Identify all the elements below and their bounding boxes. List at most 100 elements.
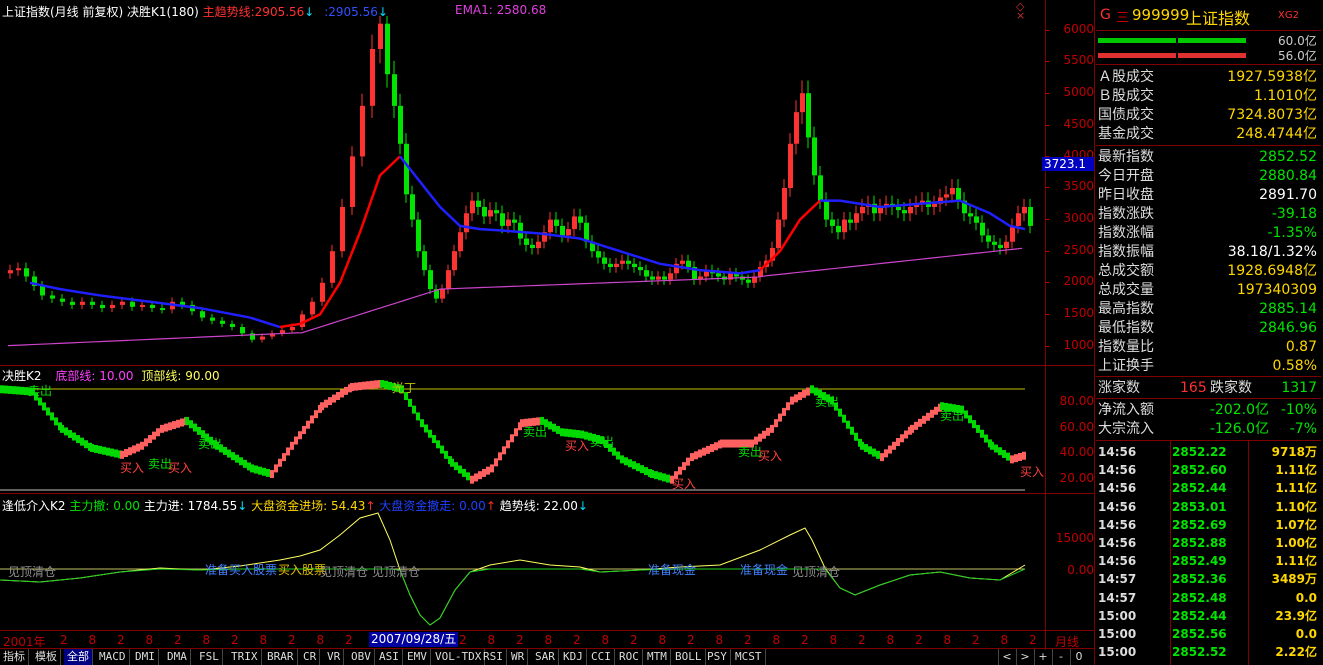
stat-value: -39.18 xyxy=(1271,206,1317,222)
tick-volume: 1.10亿 xyxy=(1275,499,1317,514)
net-inflow-label: 净流入额 xyxy=(1098,402,1154,418)
sell-volume-bar xyxy=(1098,53,1176,58)
tick-row: 14:56 2852.44 1.11亿 xyxy=(1096,479,1321,497)
k2-bar xyxy=(262,467,266,476)
stat-value: 2885.14 xyxy=(1259,301,1317,317)
indicator-tab[interactable]: DMA xyxy=(164,649,191,665)
candle-body xyxy=(310,301,315,315)
tick-row: 14:56 2853.01 1.10亿 xyxy=(1096,498,1321,516)
candle-body xyxy=(40,285,45,296)
candle-body xyxy=(506,219,511,226)
k2-bar xyxy=(506,440,510,449)
stat-value: 1.1010亿 xyxy=(1254,88,1317,104)
indicator-tab[interactable]: WR xyxy=(508,649,529,665)
tick-time: 14:56 xyxy=(1098,517,1137,532)
indicator-tab[interactable]: CR xyxy=(300,649,321,665)
indicator-tab[interactable]: KDJ xyxy=(560,649,587,665)
k2-bar xyxy=(758,433,762,442)
candle-body xyxy=(602,257,607,264)
k2-bar xyxy=(490,464,494,473)
chart-control-button[interactable]: 0 xyxy=(1070,649,1087,665)
chart-control-button[interactable]: > xyxy=(1016,649,1033,665)
chart-control-button[interactable]: < xyxy=(998,649,1015,665)
k2-bar xyxy=(900,434,904,443)
indicator-tab[interactable]: PSY xyxy=(704,649,731,665)
indicator-tab[interactable]: MACD xyxy=(96,649,130,665)
k2-indicator-chart[interactable]: 卖出卖出卖出卖出卖出卖出卖出卖出买入 买入买入买入买入买入光丁 xyxy=(0,380,1045,493)
indicator-tab[interactable]: BOLL xyxy=(672,649,706,665)
indicator-tab[interactable]: BRAR xyxy=(264,649,298,665)
indicator-tab[interactable]: 指标 xyxy=(0,649,29,665)
indicator-tab[interactable]: EMV xyxy=(404,649,431,665)
indicator-tab[interactable]: OBV xyxy=(348,649,375,665)
indicator-tab[interactable]: 模板 xyxy=(32,649,61,665)
indicator-tab[interactable]: 全部 xyxy=(64,649,93,665)
fund-flow-chart[interactable] xyxy=(0,510,1045,630)
candle-body xyxy=(360,105,365,157)
k2-bar xyxy=(136,443,140,452)
k2-bar xyxy=(810,385,814,394)
k2-bar xyxy=(478,471,482,480)
turnover-row: Ａ股成交 1927.5938亿 xyxy=(1096,68,1321,86)
price-axis-label: 1500 xyxy=(1063,306,1094,320)
time-axis-cursor-label: 2007/09/28/五 xyxy=(369,632,459,647)
tick-time: 14:56 xyxy=(1098,463,1137,478)
indicator-tab[interactable]: RSI xyxy=(480,649,507,665)
k2-bar xyxy=(0,385,4,394)
k2-bar xyxy=(160,424,164,433)
divider xyxy=(1096,376,1321,377)
stat-value: 2852.52 xyxy=(1259,149,1317,165)
candle-body xyxy=(385,23,390,75)
k2-bar xyxy=(710,444,714,453)
k2-bar xyxy=(332,394,336,403)
net-inflow-pct: -10% xyxy=(1280,402,1317,418)
price-axis-tick xyxy=(1045,61,1049,62)
k2-bar xyxy=(128,447,132,456)
annotation-prepare-cash: 准备现金 xyxy=(648,563,697,577)
k2-axis-label: 80.00 xyxy=(1059,394,1094,408)
k2-bar xyxy=(702,447,706,456)
period-label[interactable]: 月线 xyxy=(1055,633,1079,650)
main-bottom-border xyxy=(0,365,1095,366)
indicator-tab[interactable]: VR xyxy=(324,649,345,665)
indicator-tab[interactable]: MCST xyxy=(732,649,766,665)
chart-control-button[interactable]: - xyxy=(1052,649,1069,665)
menu-icon[interactable]: 三 xyxy=(1116,7,1129,26)
tick-price: 2852.52 xyxy=(1172,645,1227,660)
candle-body xyxy=(422,251,427,271)
indicator-tab[interactable]: VOL-TDX xyxy=(432,649,486,665)
price-axis-label: 3000 xyxy=(1063,211,1094,225)
indicator-tab[interactable]: ASI xyxy=(376,649,403,665)
k2-bar xyxy=(324,399,328,408)
stat-label: Ｂ股成交 xyxy=(1098,88,1154,104)
price-axis-tick xyxy=(1045,30,1049,31)
indicator-tab[interactable]: CCI xyxy=(588,649,615,665)
k2-signal-label: 买入 xyxy=(168,461,192,475)
ema-label: EMA1: 2580.68 xyxy=(455,3,547,17)
k2-bar xyxy=(548,421,552,430)
candlestick-chart[interactable] xyxy=(0,16,1045,365)
indicator-tab[interactable]: DMI xyxy=(132,649,159,665)
indicator-tab[interactable]: TRIX xyxy=(228,649,262,665)
k2-bar xyxy=(50,412,54,421)
index-stat-row: 最高指数 2885.14 xyxy=(1096,300,1321,318)
candle-body xyxy=(782,188,787,220)
indicator-tab[interactable]: MTM xyxy=(644,649,671,665)
candle-body xyxy=(656,276,661,280)
k2-bar xyxy=(60,424,64,433)
tick-volume: 1.00亿 xyxy=(1275,536,1317,550)
chart-control-button[interactable]: + xyxy=(1034,649,1051,665)
k2-bar xyxy=(636,463,640,472)
stock-name: 上证指数 xyxy=(1186,9,1251,28)
k2-bar xyxy=(120,450,124,459)
candle-body xyxy=(560,225,565,236)
indicator-tab[interactable]: SAR xyxy=(532,649,559,665)
k2-bar xyxy=(1002,449,1006,458)
k2-bar xyxy=(994,444,998,453)
candle-body xyxy=(746,279,751,283)
indicator-tab[interactable]: FSL xyxy=(196,649,223,665)
k2-bar xyxy=(193,423,197,432)
candle-body xyxy=(50,295,55,299)
k2-bar xyxy=(68,429,72,438)
indicator-tab[interactable]: ROC xyxy=(616,649,643,665)
